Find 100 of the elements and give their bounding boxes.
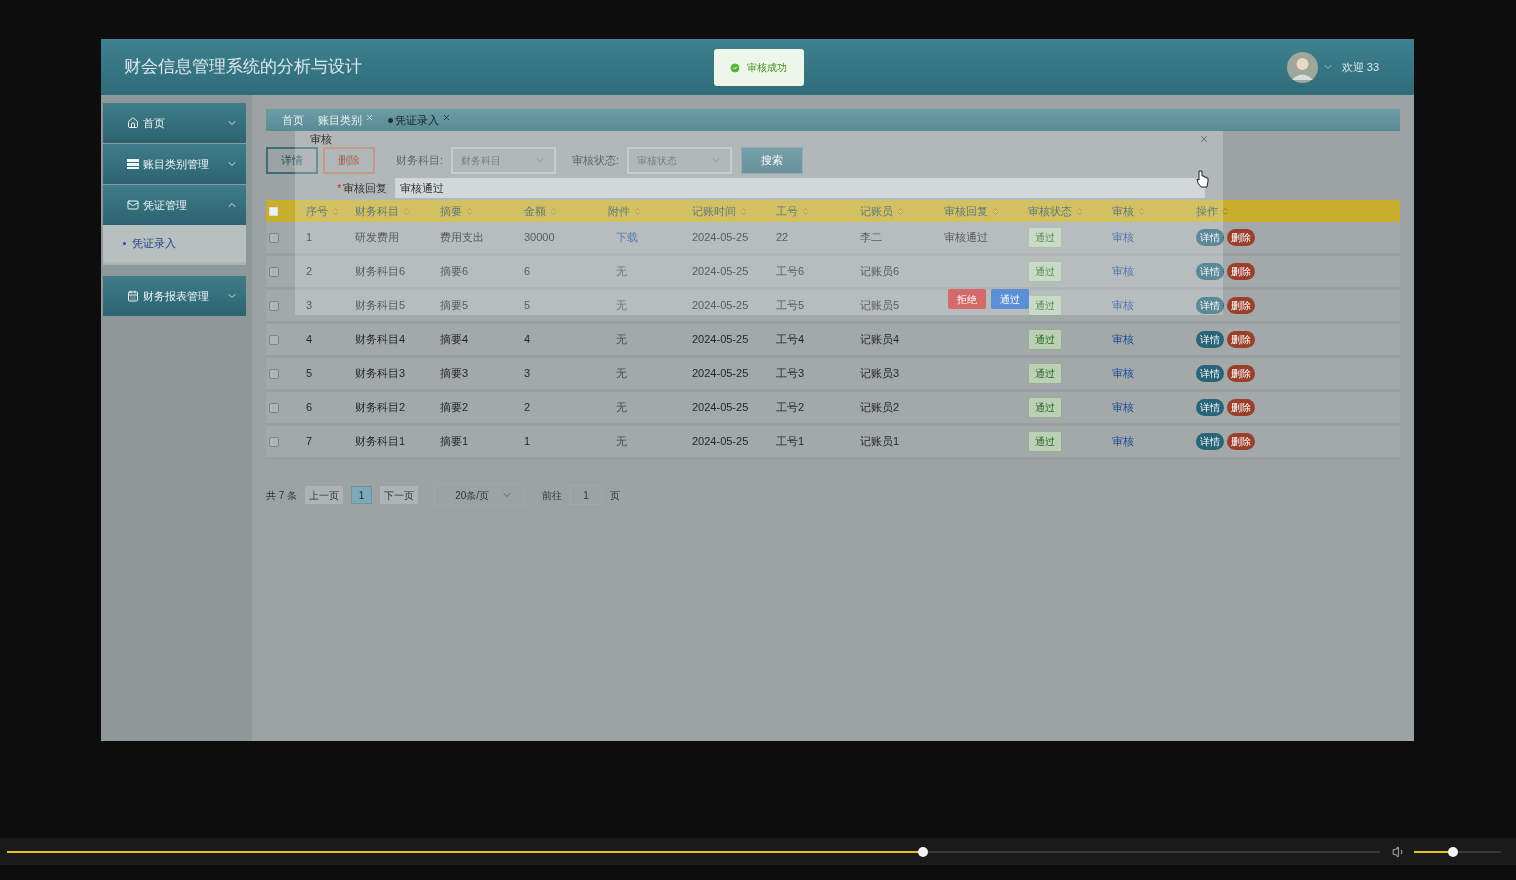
- table-cell-text: 财务科目6: [355, 264, 407, 280]
- progress-thumb[interactable]: [917, 846, 928, 857]
- table-cell-text: 财务科目2: [355, 400, 407, 416]
- page-number[interactable]: 1: [351, 486, 373, 504]
- detail-button[interactable]: 详情: [1196, 297, 1224, 314]
- delete-button[interactable]: 删除: [1227, 263, 1255, 280]
- status-tag: 通过: [1028, 227, 1062, 248]
- detail-button[interactable]: 详情: [1196, 433, 1224, 450]
- sort-icon[interactable]: [991, 206, 1000, 216]
- table-cell-text: 5: [524, 298, 532, 314]
- review-link[interactable]: 审核: [1112, 333, 1134, 346]
- sort-icon[interactable]: [739, 206, 748, 216]
- submenu-item[interactable]: 凭证录入: [132, 235, 176, 252]
- page-suffix: 页: [610, 488, 621, 503]
- sidebar-menu-item[interactable]: 首页: [103, 103, 246, 143]
- page-tab[interactable]: 凭证录入: [395, 111, 439, 129]
- total-count: 共 7 条: [266, 488, 298, 503]
- header-checkbox[interactable]: [269, 206, 278, 216]
- table-cell-text: 2024-05-25: [692, 230, 750, 246]
- row-checkbox[interactable]: [269, 402, 279, 413]
- close-icon[interactable]: [365, 112, 374, 122]
- sort-icon[interactable]: [549, 206, 558, 216]
- delete-button[interactable]: 删除: [1227, 433, 1255, 450]
- review-link[interactable]: 审核: [1112, 367, 1134, 380]
- table-cell-text: 摘要3: [440, 366, 470, 382]
- list-icon: [127, 158, 139, 170]
- status-tag: 通过: [1028, 295, 1062, 316]
- status-tag: 通过: [1028, 329, 1062, 350]
- reject-button[interactable]: 拒绝: [948, 289, 986, 309]
- detail-button[interactable]: 详情: [1196, 263, 1224, 280]
- detail-button[interactable]: 详情: [1196, 229, 1224, 246]
- delete-button[interactable]: 删除: [1227, 331, 1255, 348]
- row-checkbox[interactable]: [269, 300, 279, 311]
- app-title: 财会信息管理系统的分析与设计: [124, 56, 362, 79]
- table-cell-text: 6: [306, 400, 314, 416]
- page-tab[interactable]: 首页: [282, 111, 304, 129]
- sidebar-menu-item[interactable]: 财务报表管理: [103, 276, 246, 316]
- sort-icon[interactable]: [896, 206, 905, 216]
- row-checkbox[interactable]: [269, 368, 279, 379]
- table-cell-text: 2024-05-25: [692, 400, 750, 416]
- field-label: 审核回复: [343, 180, 389, 196]
- table-cell-text: 工号3: [776, 366, 806, 382]
- close-icon[interactable]: [1199, 134, 1209, 144]
- table-cell-text: 5: [306, 366, 314, 382]
- table-cell-text: 2024-05-25: [692, 264, 750, 280]
- column-header: 记账员: [860, 203, 893, 219]
- table-cell-text: 7: [306, 434, 314, 450]
- delete-button[interactable]: 删除: [1227, 297, 1255, 314]
- approve-button[interactable]: 通过: [991, 289, 1029, 309]
- sidebar-menu-item[interactable]: 账目类别管理: [103, 144, 246, 184]
- pointer-cursor-icon: [1196, 170, 1209, 188]
- sort-icon[interactable]: [1221, 206, 1230, 216]
- sort-icon[interactable]: [1137, 206, 1146, 216]
- table-cell-text: 记账员6: [860, 264, 901, 280]
- next-page-button[interactable]: 下一页: [380, 486, 419, 504]
- table-cell-text: 摘要2: [440, 400, 470, 416]
- row-checkbox[interactable]: [269, 232, 279, 243]
- sidebar-menu-item[interactable]: 凭证管理: [103, 185, 246, 225]
- sort-icon[interactable]: [633, 206, 642, 216]
- column-header: 附件: [608, 203, 630, 219]
- row-checkbox[interactable]: [269, 436, 279, 447]
- sort-icon[interactable]: [801, 206, 810, 216]
- sort-icon[interactable]: [1075, 206, 1084, 216]
- delete-button[interactable]: 删除: [1227, 365, 1255, 382]
- detail-button[interactable]: 详情: [1196, 365, 1224, 382]
- envelope-icon: [127, 199, 139, 211]
- detail-button[interactable]: 详情: [1196, 331, 1224, 348]
- page-input[interactable]: 1: [570, 485, 603, 505]
- volume-thumb[interactable]: [1448, 846, 1459, 857]
- row-checkbox[interactable]: [269, 266, 279, 277]
- row-checkbox[interactable]: [269, 334, 279, 345]
- table-cell-text: 记账员5: [860, 298, 901, 314]
- sort-icon[interactable]: [331, 206, 340, 216]
- column-header: 摘要: [440, 203, 462, 219]
- detail-button[interactable]: 详情: [266, 146, 318, 174]
- delete-button[interactable]: 删除: [1227, 229, 1255, 246]
- table-cell: 无: [616, 299, 627, 312]
- close-icon[interactable]: [442, 112, 451, 122]
- page-tab[interactable]: 账目类别: [318, 111, 362, 129]
- page-size-select[interactable]: 20条/页: [434, 484, 525, 506]
- review-link[interactable]: 审核: [1112, 435, 1134, 448]
- required-mark: *: [337, 180, 342, 196]
- dialog-title: 审核: [310, 133, 332, 145]
- delete-button[interactable]: 删除: [1227, 399, 1255, 416]
- table-cell: 审核通过: [944, 231, 988, 244]
- reply-textarea[interactable]: 审核通过: [395, 178, 1205, 198]
- prev-page-button[interactable]: 上一页: [305, 486, 344, 504]
- table-cell-text: 工号6: [776, 264, 806, 280]
- column-header: 工号: [776, 203, 798, 219]
- column-header: 审核回复: [944, 203, 988, 219]
- search-button[interactable]: 搜索: [741, 146, 804, 174]
- review-link[interactable]: 审核: [1112, 401, 1134, 414]
- sort-icon[interactable]: [465, 206, 474, 216]
- column-header: 审核: [1112, 203, 1134, 219]
- table-cell-text: 工号1: [776, 434, 806, 450]
- table-cell-text: 财务科目1: [355, 434, 407, 450]
- detail-button[interactable]: 详情: [1196, 399, 1224, 416]
- sort-icon[interactable]: [402, 206, 411, 216]
- table-cell: 无: [616, 367, 627, 380]
- table-cell-text: 记账员1: [860, 434, 901, 450]
